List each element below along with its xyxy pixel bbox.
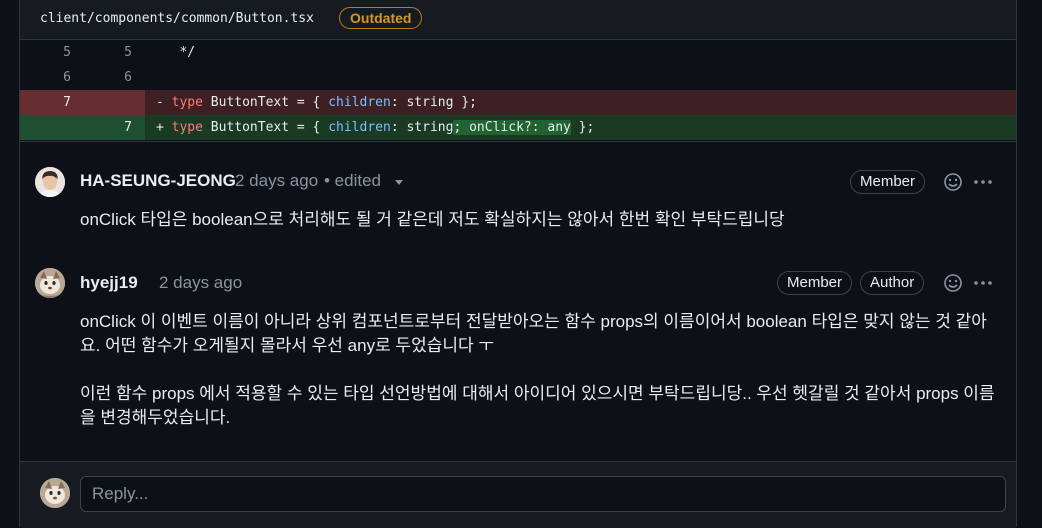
avatar[interactable] xyxy=(35,167,65,197)
added-highlight: ; onClick?: any xyxy=(453,120,571,135)
old-line-number: 6 xyxy=(63,70,71,85)
avatar-image xyxy=(40,478,70,508)
avatar[interactable] xyxy=(35,268,65,298)
new-line-number: 7 xyxy=(124,120,132,135)
comment-paragraph: onClick 이 이벤트 이름이 아니라 상위 컴포넌트로부터 전달받아오는 … xyxy=(80,312,987,355)
reply-bar: Reply... xyxy=(20,461,1016,528)
code-text: ButtonText = { xyxy=(202,120,329,135)
old-line-number: 5 xyxy=(63,45,71,60)
diff-sign: - xyxy=(156,95,164,110)
comment-body: onClick 타입은 boolean으로 처리해도 될 거 같은데 저도 확실… xyxy=(80,208,1000,232)
diff-row-added: 7 + type ButtonText = { children: string… xyxy=(20,115,1016,140)
code-text: : string }; xyxy=(390,95,477,110)
code-text: : string xyxy=(390,120,454,135)
kebab-horizontal-icon[interactable] xyxy=(972,272,994,294)
smiley-icon[interactable] xyxy=(942,272,964,294)
file-header: client/components/common/Button.tsx Outd… xyxy=(20,0,1016,40)
comment-paragraph: onClick 타입은 boolean으로 처리해도 될 거 같은데 저도 확실… xyxy=(80,210,785,229)
member-badge: Member xyxy=(850,170,926,194)
code-line: - type ButtonText = { children: string }… xyxy=(156,90,477,115)
reply-input[interactable]: Reply... xyxy=(80,476,1006,512)
code-line: + type ButtonText = { children: string; … xyxy=(156,115,594,140)
keyword: type xyxy=(171,95,203,110)
code-line: */ xyxy=(156,45,196,60)
code-text: }; xyxy=(570,120,595,135)
old-line-number: 7 xyxy=(63,95,71,110)
member-badge: Member xyxy=(777,271,853,295)
diff-row-deleted: 7 - type ButtonText = { children: string… xyxy=(20,90,1016,115)
diff-sign: + xyxy=(156,120,164,135)
file-path[interactable]: client/components/common/Button.tsx xyxy=(40,11,314,26)
review-thread: client/components/common/Button.tsx Outd… xyxy=(19,0,1017,528)
code-text: ButtonText = { xyxy=(202,95,329,110)
avatar-image xyxy=(35,268,65,298)
edited-label[interactable]: • edited xyxy=(324,171,381,191)
new-line-number: 5 xyxy=(124,45,132,60)
avatar-image xyxy=(35,167,65,197)
comment-timestamp[interactable]: 2 days ago xyxy=(159,273,242,293)
diff-hunk: 5 5 */ 6 6 7 - type ButtonText = { child… xyxy=(20,40,1016,140)
smiley-icon[interactable] xyxy=(942,171,964,193)
kebab-horizontal-icon[interactable] xyxy=(972,171,994,193)
divider xyxy=(20,141,1016,142)
diff-row: 6 6 xyxy=(20,65,1016,90)
property: children xyxy=(328,120,391,135)
comment-author[interactable]: HA-SEUNG-JEONG xyxy=(80,171,236,191)
new-line-number: 6 xyxy=(124,70,132,85)
outdated-badge: Outdated xyxy=(339,7,423,29)
current-user-avatar[interactable] xyxy=(40,478,70,508)
comment-paragraph: 이런 함수 props 에서 적용할 수 있는 타입 선언방법에 대해서 아이디… xyxy=(80,384,995,427)
comment-body: onClick 이 이벤트 이름이 아니라 상위 컴포넌트로부터 전달받아오는 … xyxy=(80,310,1000,430)
author-badge: Author xyxy=(860,271,925,295)
property: children xyxy=(328,95,391,110)
comment-author[interactable]: hyejj19 xyxy=(80,273,138,293)
triangle-down-icon[interactable] xyxy=(392,175,406,189)
keyword: type xyxy=(171,120,203,135)
comment-timestamp[interactable]: 2 days ago xyxy=(235,171,318,191)
diff-row: 5 5 */ xyxy=(20,40,1016,65)
